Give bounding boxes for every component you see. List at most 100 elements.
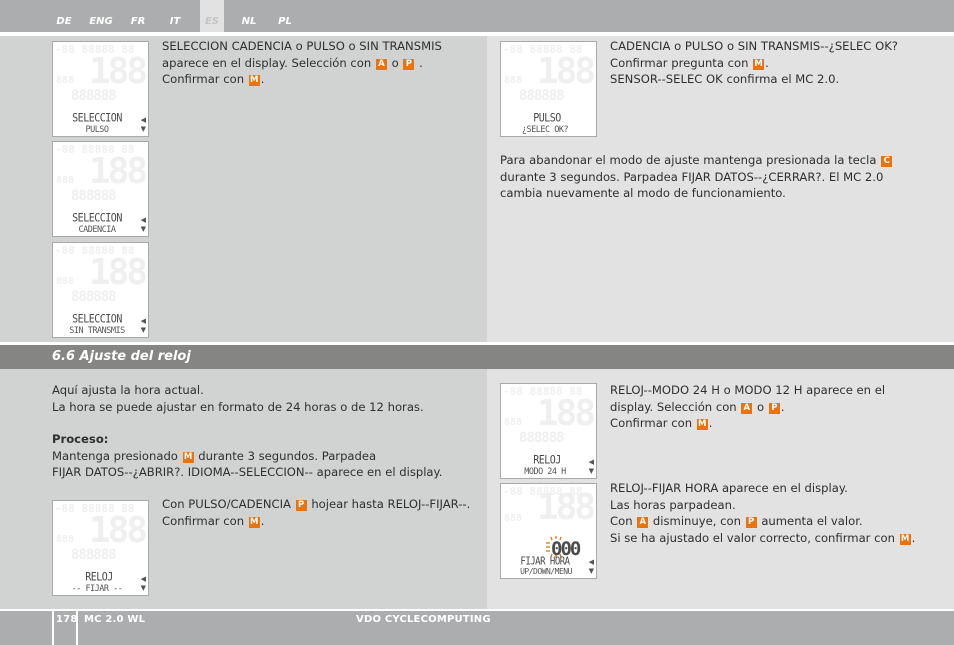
text-line: RELOJ--FIJAR HORA aparece en el display. [610, 481, 848, 495]
arrow-down-icon: ▼ [140, 326, 146, 334]
key-c-icon: C [881, 156, 893, 167]
panel-sensor-selection: -88 88888 88 188 888 888888 SELECCION PU… [0, 36, 487, 342]
lcd-line1: SELECCION [72, 112, 122, 125]
text-span: display. Selección con [610, 399, 737, 414]
lang-tab-fr[interactable]: FR [126, 0, 150, 32]
lcd-ghost-digits: 188 [89, 151, 148, 192]
arrow-down-icon: ▼ [140, 125, 146, 133]
clock-mode-text: RELOJ--MODO 24 H o MODO 12 H aparece en … [610, 382, 950, 432]
lang-tab-pl[interactable]: PL [273, 0, 297, 32]
panel-clock-intro: Aquí ajusta la hora actual. La hora se p… [0, 369, 487, 609]
lcd-display-fijar-hora: -88 88888 88 188 888 000 FIJAR HORA UP/D… [500, 483, 597, 579]
text-line: SELECCION CADENCIA o PULSO o SIN TRANSMI… [162, 39, 442, 53]
lcd-ghost-segments: 888 [56, 534, 75, 545]
page-footer: 178 MC 2.0 WL VDO CYCLECOMPUTING [0, 611, 954, 645]
clock-intro-text: Aquí ajusta la hora actual. La hora se p… [52, 382, 482, 481]
lcd-line2: ¿SELEC OK? [521, 125, 569, 135]
text-span: . [911, 530, 916, 545]
text-line: Con PULSO/CADENCIA P hojear hasta RELOJ-… [162, 496, 482, 513]
text-span: Mantenga presionado [52, 448, 178, 463]
arrow-up-icon: ◀ [140, 116, 146, 124]
lcd-display-selec-ok: -88 88888 88 188 888 888888 PULSO ¿SELEC… [500, 41, 597, 137]
text-line: cambia nuevamente al modo de funcionamie… [500, 186, 786, 200]
lang-tab-de[interactable]: DE [52, 0, 76, 32]
heading-text: Proceso: [52, 432, 109, 446]
text-span: Si se ha ajustado el valor correcto, con… [610, 530, 895, 545]
key-p-icon: P [403, 58, 415, 70]
lcd-ghost-segments: 888 [56, 175, 75, 186]
key-a-icon: A [741, 402, 753, 414]
product-name: MC 2.0 WL [84, 614, 146, 625]
lcd-display-pulso: -88 88888 88 188 888 888888 SELECCION PU… [52, 41, 149, 137]
text-line: Aquí ajusta la hora actual. [52, 383, 204, 397]
text-line: La hora se puede ajustar en formato de 2… [52, 399, 424, 414]
lcd-line2: PULSO [85, 125, 109, 135]
lcd-ghost-digits: 188 [89, 51, 148, 92]
section-title: 6.6 Ajuste del reloj [52, 349, 191, 364]
set-hour-text: RELOJ--FIJAR HORA aparece en el display.… [610, 480, 950, 546]
key-p-icon: P [745, 517, 757, 528]
lcd-ghost-segments: 888888 [519, 430, 565, 446]
key-m-icon: M [248, 516, 260, 528]
arrow-up-icon: ◀ [140, 216, 146, 224]
section-header: 6.6 Ajuste del reloj [0, 345, 954, 369]
key-p-icon: P [768, 402, 780, 414]
lcd-ghost-segments: 888 [56, 75, 75, 86]
text-span: Para abandonar el modo de ajuste manteng… [500, 153, 877, 167]
panel-sensor-confirm: -88 88888 88 188 888 888888 PULSO ¿SELEC… [487, 36, 954, 342]
exit-instruction-text: Para abandonar el modo de ajuste manteng… [500, 152, 950, 202]
lcd-ghost-segments: 888 [504, 75, 523, 86]
text-line: Con A disminuye, con P aumenta el valor. [610, 513, 950, 530]
clock-step-text: Con PULSO/CADENCIA P hojear hasta RELOJ-… [162, 496, 482, 529]
text-line: Confirmar con M. [162, 71, 482, 88]
arrow-down-icon: ▼ [588, 567, 594, 575]
page-number: 178 [56, 614, 78, 625]
lcd-ghost-digits: 188 [537, 51, 596, 92]
key-p-icon: P [295, 500, 307, 511]
text-line: Si se ha ajustado el valor correcto, con… [610, 530, 950, 547]
text-span: hojear hasta RELOJ--FIJAR--. [311, 497, 471, 511]
lcd-line1: SELECCION [72, 313, 122, 326]
text-line: FIJAR DATOS--¿ABRIR?. IDIOMA--SELECCION-… [52, 465, 443, 479]
key-m-icon: M [182, 451, 194, 463]
lcd-display-cadencia: -88 88888 88 188 888 888888 SELECCION CA… [52, 141, 149, 237]
footer-separator [76, 611, 78, 645]
text-span: Confirmar con [162, 513, 245, 528]
text-line: CADENCIA o PULSO o SIN TRANSMIS--¿SELEC … [610, 39, 898, 53]
text-line: Las horas parpadean. [610, 497, 736, 512]
text-span: Confirmar pregunta con [610, 55, 749, 70]
text-span: Confirmar con [610, 416, 693, 430]
text-span: Confirmar con [162, 72, 245, 86]
text-line: Confirmar pregunta con M. [610, 55, 950, 72]
key-a-icon: A [375, 58, 387, 70]
lang-tab-nl[interactable]: NL [236, 0, 262, 32]
lang-tab-it[interactable]: IT [163, 0, 187, 32]
text-span: o [391, 55, 399, 70]
text-span: o [757, 399, 765, 414]
lcd-line1: RELOJ [85, 571, 113, 584]
lcd-line2: SIN TRANSMIS [69, 326, 125, 336]
brand-name: VDO CYCLECOMPUTING [356, 614, 491, 625]
lang-tab-es[interactable]: ES [200, 0, 224, 32]
text-line: aparece en el display. Selección con A o… [162, 55, 482, 72]
text-line: Para abandonar el modo de ajuste manteng… [500, 152, 950, 169]
text-span: . [765, 55, 769, 70]
arrow-down-icon: ▼ [140, 225, 146, 233]
lcd-display-modo-24h: -88 88888 88 188 888 888888 RELOJ MODO 2… [500, 383, 597, 479]
lcd-ghost-digits: 188 [89, 510, 148, 551]
arrow-down-icon: ▼ [140, 584, 146, 592]
lcd-ghost-segments: 888888 [71, 88, 117, 104]
arrow-up-icon: ◀ [140, 317, 146, 325]
text-span: aumenta el valor. [761, 514, 863, 528]
text-line: RELOJ--MODO 24 H o MODO 12 H aparece en … [610, 383, 886, 397]
key-m-icon: M [696, 419, 708, 430]
text-span: disminuye, con [652, 514, 741, 528]
arrow-up-icon: ◀ [588, 558, 594, 566]
text-span: aparece en el display. Selección con [162, 55, 372, 70]
key-m-icon: M [753, 58, 765, 70]
lcd-ghost-segments: 888888 [519, 88, 565, 104]
panel-clock-settings: -88 88888 88 188 888 888888 RELOJ MODO 2… [487, 369, 954, 609]
text-span: durante 3 segundos. Parpadea [198, 448, 377, 463]
lang-tab-eng[interactable]: ENG [86, 0, 116, 32]
lcd-line1: RELOJ [533, 454, 561, 467]
